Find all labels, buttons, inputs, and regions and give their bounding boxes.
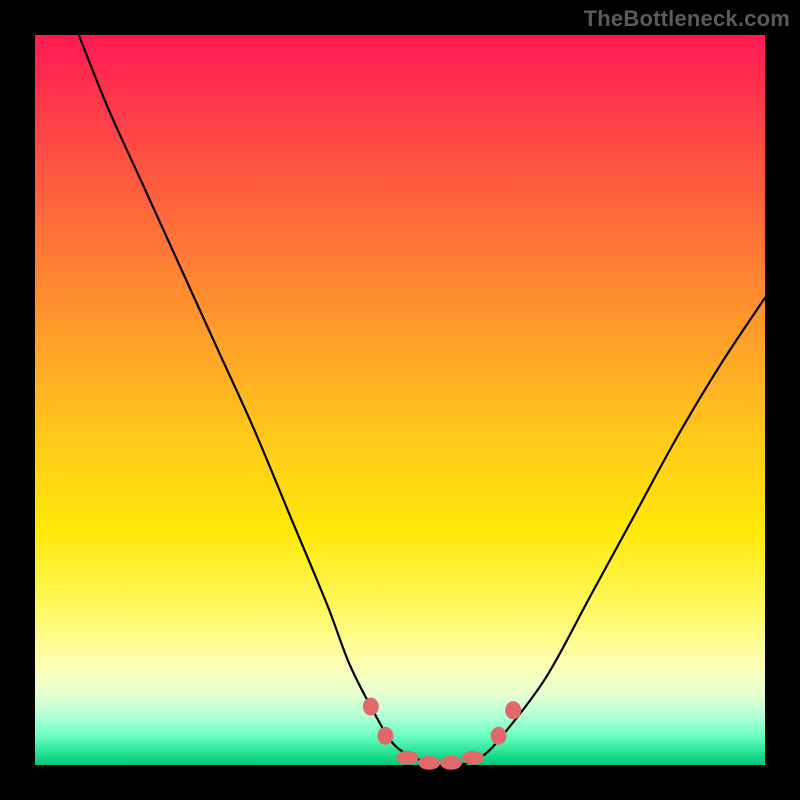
- chart-frame: TheBottleneck.com: [0, 0, 800, 800]
- marker-right-upper: [505, 701, 521, 719]
- watermark-text: TheBottleneck.com: [584, 6, 790, 32]
- marker-trough-2: [418, 756, 440, 770]
- marker-right-lower: [491, 727, 507, 745]
- curve-svg: [35, 35, 765, 765]
- trough-markers: [363, 698, 521, 770]
- marker-trough-4: [462, 751, 484, 765]
- bottleneck-curve: [79, 35, 765, 766]
- marker-trough-1: [396, 751, 418, 765]
- marker-trough-3: [440, 756, 462, 770]
- plot-area: [35, 35, 765, 765]
- marker-left-upper: [363, 698, 379, 716]
- marker-left-lower: [377, 727, 393, 745]
